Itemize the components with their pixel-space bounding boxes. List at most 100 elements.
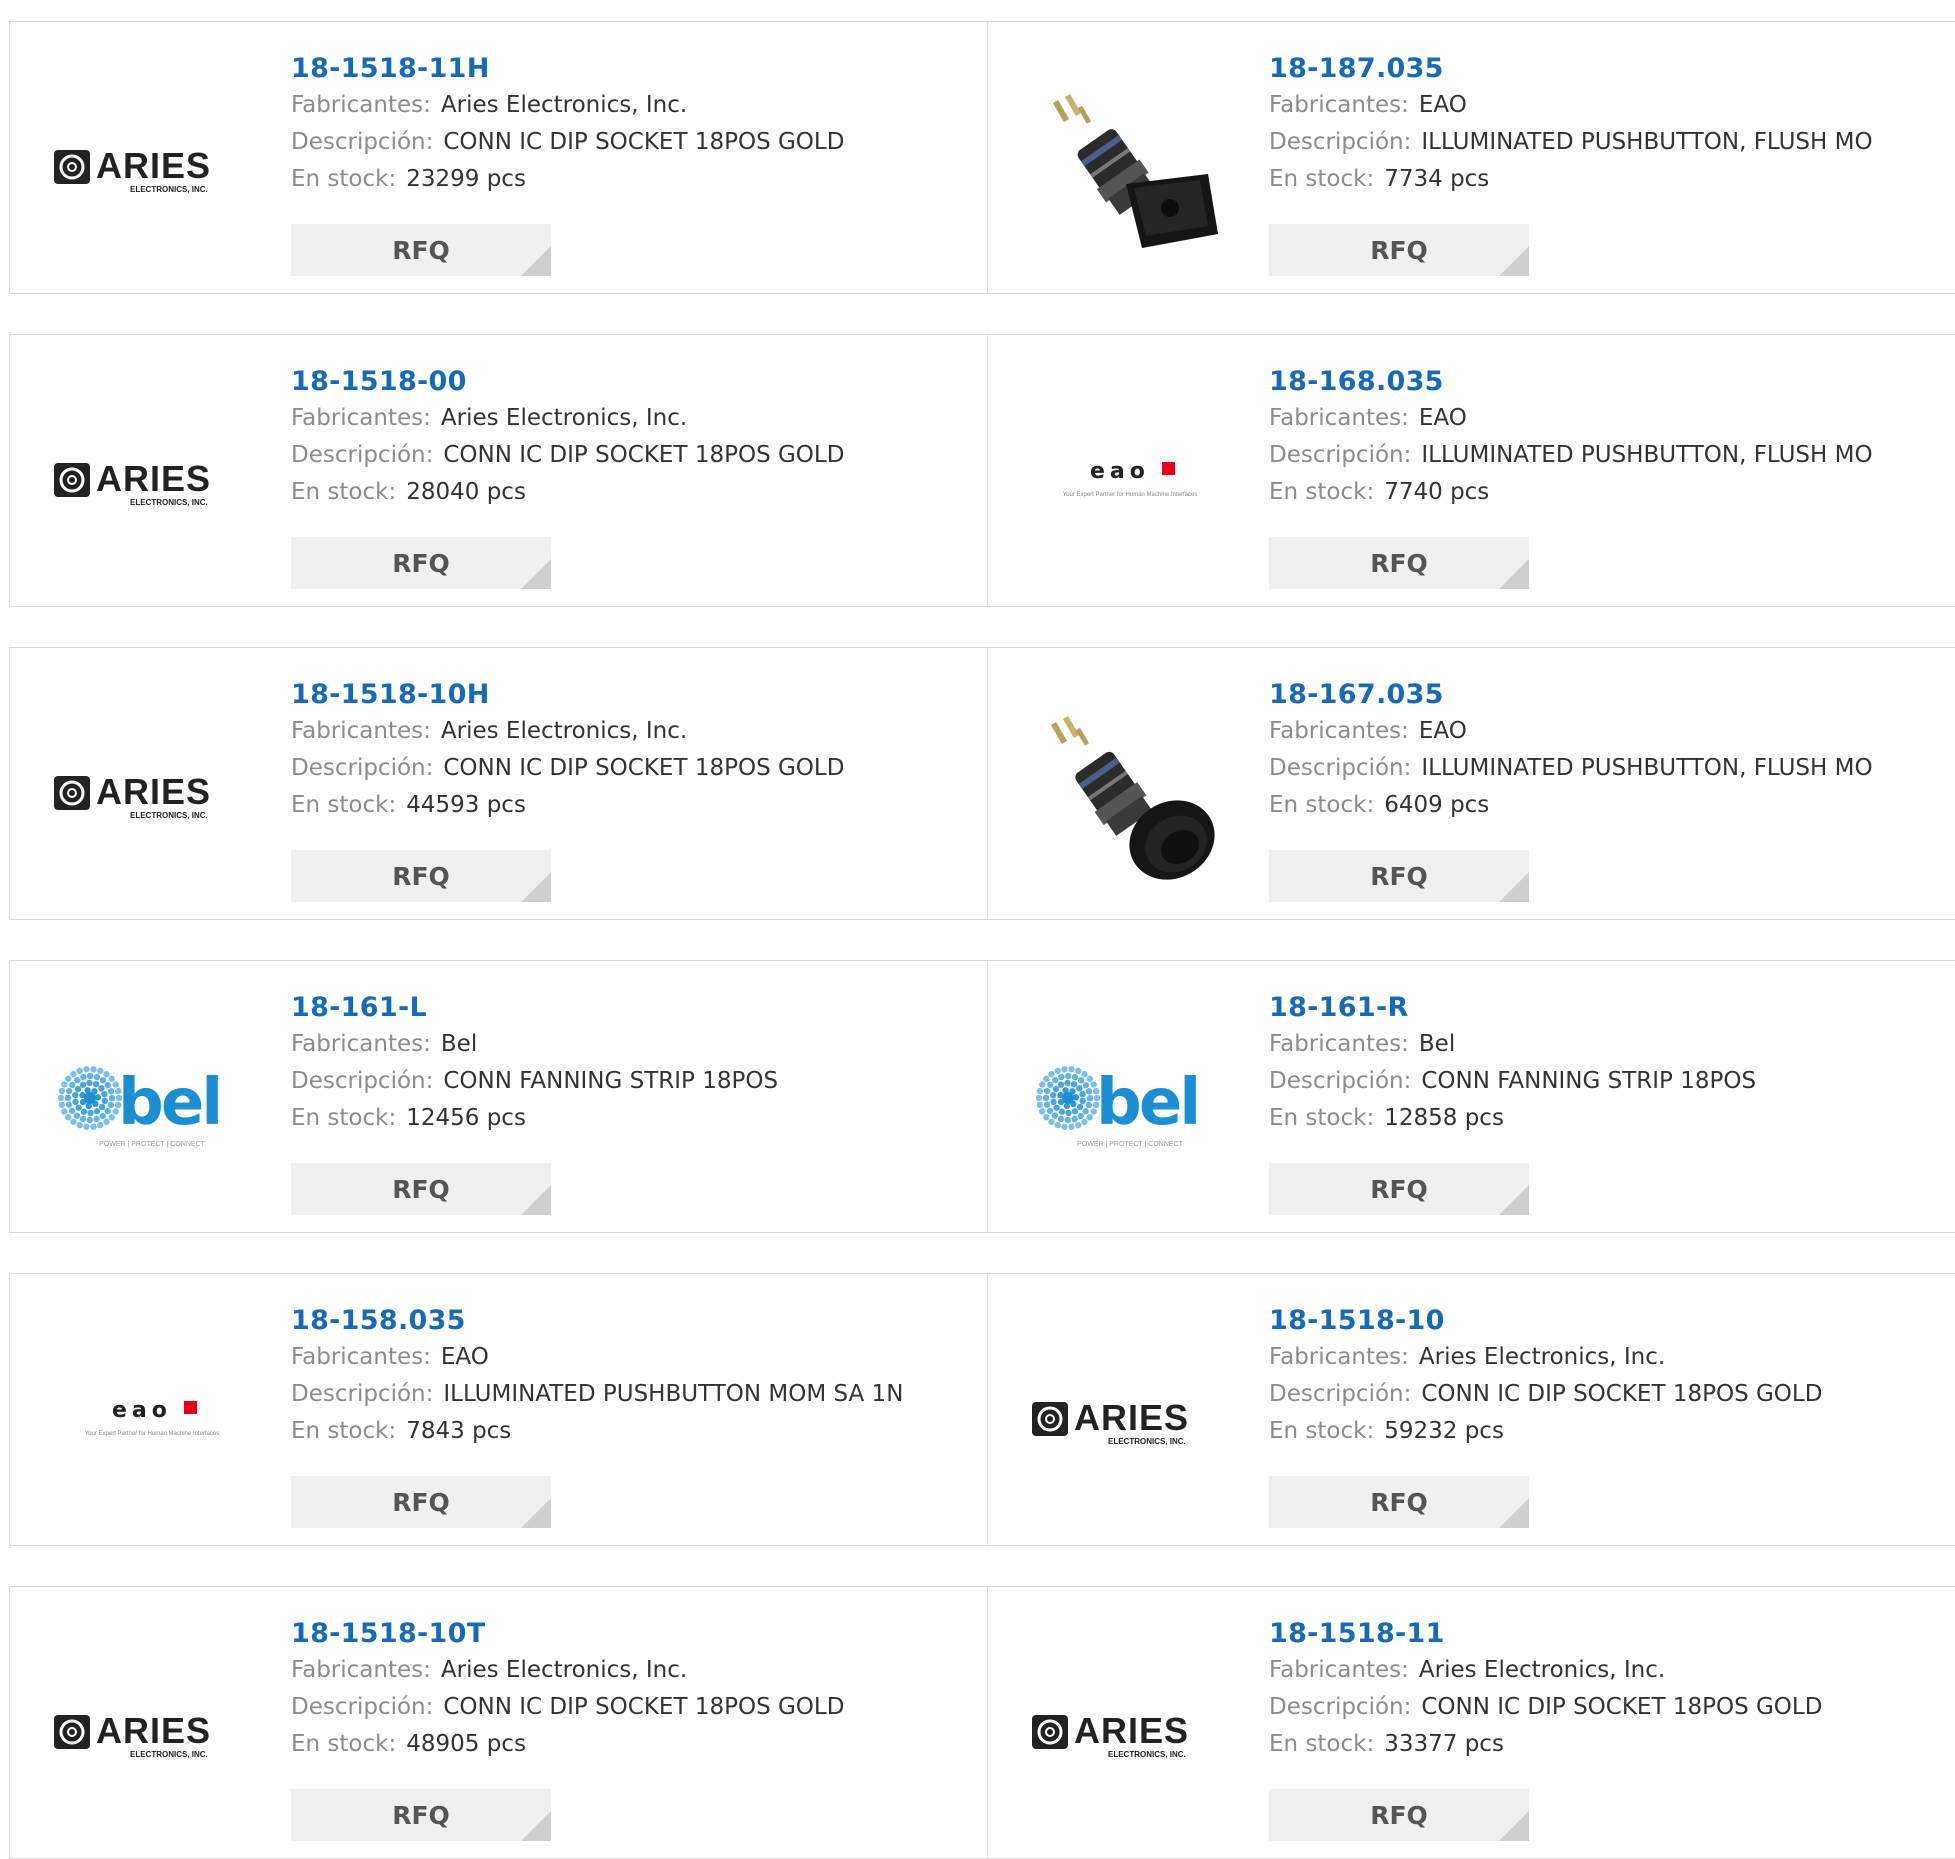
svg-text:ELECTRONICS, INC.: ELECTRONICS, INC.	[130, 1750, 208, 1759]
rfq-button-label: RFQ	[392, 1487, 450, 1517]
eao-logo[interactable]: eao Your Expert Partner for Human Machin…	[48, 1318, 256, 1518]
aries-logo[interactable]: ARIES ELECTRONICS, INC.	[48, 1631, 256, 1831]
svg-text:bel: bel	[118, 1066, 220, 1140]
description-label: Descripción:	[291, 755, 434, 781]
part-number-link[interactable]: 18-1518-10H	[291, 677, 844, 713]
bel-logo[interactable]: bel POWER | PROTECT | CONNECT	[1026, 1005, 1234, 1205]
rfq-button-label: RFQ	[1370, 861, 1428, 891]
aries-logo[interactable]: ARIES ELECTRONICS, INC.	[48, 692, 256, 892]
stock-value: 6409 pcs	[1384, 792, 1490, 818]
aries-logo[interactable]: ARIES ELECTRONICS, INC.	[1026, 1318, 1234, 1518]
corner-triangle-icon	[1499, 559, 1529, 589]
part-number-link[interactable]: 18-1518-00	[291, 364, 844, 400]
rfq-button[interactable]: RFQ	[291, 537, 551, 589]
manufacturer-label: Fabricantes:	[1269, 718, 1409, 744]
rfq-button[interactable]: RFQ	[1269, 224, 1529, 276]
svg-text:ELECTRONICS, INC.: ELECTRONICS, INC.	[130, 498, 208, 507]
square-pushbutton-photo[interactable]	[1026, 66, 1234, 266]
svg-text:ARIES: ARIES	[96, 1710, 211, 1751]
part-number-link[interactable]: 18-167.035	[1269, 677, 1873, 713]
part-number-link[interactable]: 18-161-R	[1269, 990, 1756, 1026]
manufacturer-row: Fabricantes: EAO	[1269, 713, 1873, 750]
bel-logo[interactable]: bel POWER | PROTECT | CONNECT	[48, 1005, 256, 1205]
svg-text:ELECTRONICS, INC.: ELECTRONICS, INC.	[130, 185, 208, 194]
manufacturer-label: Fabricantes:	[291, 92, 431, 118]
part-number-link[interactable]: 18-168.035	[1269, 364, 1873, 400]
manufacturer-label: Fabricantes:	[1269, 92, 1409, 118]
stock-row: En stock: 7734 pcs	[1269, 161, 1873, 198]
manufacturer-row: Fabricantes: Bel	[291, 1026, 778, 1063]
description-row: Descripción: CONN IC DIP SOCKET 18POS GOL…	[291, 1689, 844, 1726]
product-info: 18-161-R Fabricantes: Bel Descripción: CON…	[1269, 990, 1756, 1137]
manufacturer-label: Fabricantes:	[1269, 1344, 1409, 1370]
description-label: Descripción:	[291, 442, 434, 468]
description-label: Descripción:	[291, 129, 434, 155]
manufacturer-value: Aries Electronics, Inc.	[440, 1657, 688, 1683]
round-pushbutton-photo[interactable]	[1026, 692, 1234, 892]
description-value: CONN IC DIP SOCKET 18POS GOLD	[1421, 1694, 1823, 1720]
aries-logo[interactable]: ARIES ELECTRONICS, INC.	[48, 66, 256, 266]
stock-label: En stock:	[291, 1418, 397, 1444]
rfq-button-label: RFQ	[392, 861, 450, 891]
rfq-button[interactable]: RFQ	[1269, 1789, 1529, 1841]
rfq-button[interactable]: RFQ	[291, 1476, 551, 1528]
rfq-button[interactable]: RFQ	[291, 1789, 551, 1841]
product-card: ARIES ELECTRONICS, INC. 18-1518-00 Fabri…	[10, 335, 988, 606]
description-label: Descripción:	[1269, 1381, 1412, 1407]
stock-value: 7734 pcs	[1384, 166, 1490, 192]
part-number-link[interactable]: 18-187.035	[1269, 51, 1873, 87]
manufacturer-label: Fabricantes:	[1269, 1657, 1409, 1683]
rfq-button[interactable]: RFQ	[291, 224, 551, 276]
rfq-button[interactable]: RFQ	[1269, 850, 1529, 902]
rfq-button[interactable]: RFQ	[1269, 1163, 1529, 1215]
corner-triangle-icon	[521, 1498, 551, 1528]
svg-text:ARIES: ARIES	[96, 458, 211, 499]
part-number-link[interactable]: 18-1518-11	[1269, 1616, 1822, 1652]
stock-value: 12858 pcs	[1384, 1105, 1504, 1131]
svg-text:ARIES: ARIES	[96, 771, 211, 812]
description-row: Descripción: CONN IC DIP SOCKET 18POS GOL…	[1269, 1376, 1822, 1413]
product-row: ARIES ELECTRONICS, INC. 18-1518-10T Fabr…	[9, 1586, 1955, 1859]
part-number-link[interactable]: 18-1518-11H	[291, 51, 844, 87]
rfq-button[interactable]: RFQ	[1269, 537, 1529, 589]
stock-label: En stock:	[291, 1731, 397, 1757]
manufacturer-row: Fabricantes: Aries Electronics, Inc.	[291, 713, 844, 750]
eao-logo[interactable]: eao Your Expert Partner for Human Machin…	[1026, 379, 1234, 579]
stock-value: 28040 pcs	[406, 479, 526, 505]
corner-triangle-icon	[1499, 1185, 1529, 1215]
part-number-link[interactable]: 18-161-L	[291, 990, 778, 1026]
description-label: Descripción:	[1269, 755, 1412, 781]
aries-logo[interactable]: ARIES ELECTRONICS, INC.	[1026, 1631, 1234, 1831]
part-number-link[interactable]: 18-1518-10T	[291, 1616, 844, 1652]
manufacturer-value: Aries Electronics, Inc.	[440, 92, 688, 118]
product-info: 18-1518-11 Fabricantes: Aries Electronics…	[1269, 1616, 1822, 1763]
product-card: ARIES ELECTRONICS, INC. 18-1518-11H Fabr…	[10, 22, 988, 293]
stock-row: En stock: 12456 pcs	[291, 1100, 778, 1137]
corner-triangle-icon	[1499, 246, 1529, 276]
stock-label: En stock:	[1269, 1105, 1375, 1131]
manufacturer-row: Fabricantes: EAO	[1269, 87, 1873, 124]
svg-text:bel: bel	[1096, 1066, 1198, 1140]
manufacturer-value: Bel	[1418, 1031, 1456, 1057]
part-number-link[interactable]: 18-158.035	[291, 1303, 903, 1339]
part-number-link[interactable]: 18-1518-10	[1269, 1303, 1822, 1339]
rfq-button[interactable]: RFQ	[291, 1163, 551, 1215]
stock-value: 7843 pcs	[406, 1418, 512, 1444]
rfq-button-label: RFQ	[1370, 1800, 1428, 1830]
stock-value: 44593 pcs	[406, 792, 526, 818]
manufacturer-row: Fabricantes: EAO	[1269, 400, 1873, 437]
description-label: Descripción:	[291, 1694, 434, 1720]
stock-label: En stock:	[1269, 166, 1375, 192]
description-label: Descripción:	[1269, 1694, 1412, 1720]
product-info: 18-1518-11H Fabricantes: Aries Electronic…	[291, 51, 844, 198]
manufacturer-value: Aries Electronics, Inc.	[440, 718, 688, 744]
corner-triangle-icon	[1499, 1498, 1529, 1528]
aries-logo[interactable]: ARIES ELECTRONICS, INC.	[48, 379, 256, 579]
product-card: ARIES ELECTRONICS, INC. 18-1518-10T Fabr…	[10, 1587, 988, 1858]
rfq-button[interactable]: RFQ	[1269, 1476, 1529, 1528]
description-label: Descripción:	[291, 1381, 434, 1407]
rfq-button[interactable]: RFQ	[291, 850, 551, 902]
stock-row: En stock: 48905 pcs	[291, 1726, 844, 1763]
svg-text:ELECTRONICS, INC.: ELECTRONICS, INC.	[1108, 1750, 1186, 1759]
manufacturer-value: EAO	[1418, 405, 1467, 431]
